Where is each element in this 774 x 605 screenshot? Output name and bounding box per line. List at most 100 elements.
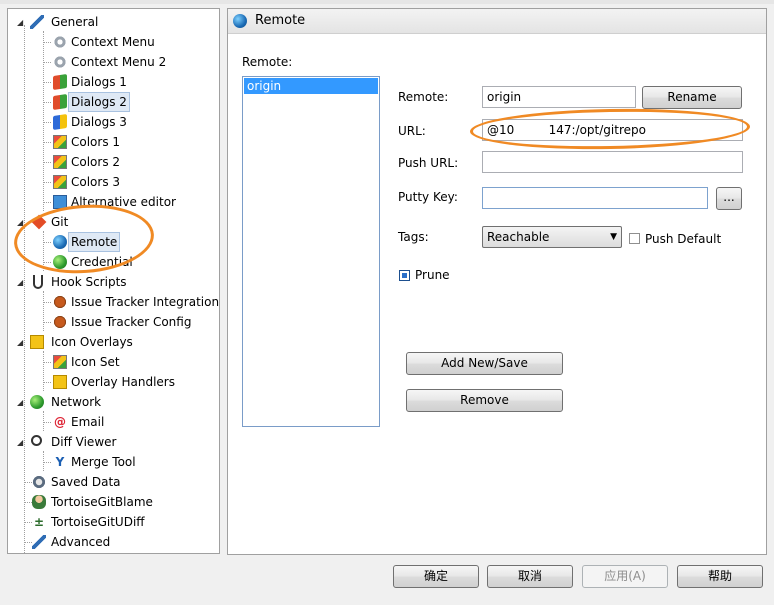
help-button[interactable]: 帮助 (677, 565, 763, 588)
tree-line (43, 42, 51, 43)
tree-item-label: Email (71, 415, 105, 429)
tree-line (43, 242, 51, 243)
tree-item-dialogs-2[interactable]: Dialogs 2 (8, 92, 219, 112)
tree-item-email[interactable]: @ Email (8, 412, 219, 432)
collapse-icon[interactable]: ◢ (17, 278, 26, 287)
panel-title: Remote (255, 13, 306, 28)
collapse-icon[interactable]: ◢ (17, 18, 26, 27)
tree-item-diff-viewer[interactable]: ◢ Diff Viewer (8, 432, 219, 452)
window-top-strip (0, 0, 774, 4)
tree-item-label: Issue Tracker Config (71, 315, 192, 329)
tree-item-tortoisegitblame[interactable]: TortoiseGitBlame (8, 492, 219, 512)
globe-icon (233, 14, 247, 28)
push-default-checkbox[interactable] (629, 233, 640, 244)
tree-item-colors-2[interactable]: Colors 2 (8, 152, 219, 172)
overlay-icon (53, 375, 67, 389)
tree-item-dialogs-3[interactable]: Dialogs 3 (8, 112, 219, 132)
collapse-icon[interactable]: ◢ (17, 438, 26, 447)
udiff-icon: ± (33, 515, 45, 529)
tree-item-dialogs-1[interactable]: Dialogs 1 (8, 72, 219, 92)
tree-item-overlay-handlers[interactable]: Overlay Handlers (8, 372, 219, 392)
tree-item-credential[interactable]: Credential (8, 252, 219, 272)
add-new-save-button[interactable]: Add New/Save (406, 352, 563, 375)
collapse-icon[interactable]: ◢ (17, 218, 26, 227)
tree-line (24, 522, 32, 523)
tree-item-hook-scripts[interactable]: ◢ Hook Scripts (8, 272, 219, 292)
tree-item-context-menu-2[interactable]: Context Menu 2 (8, 52, 219, 72)
rename-button[interactable]: Rename (642, 86, 742, 109)
tree-item-saved-data[interactable]: Saved Data (8, 472, 219, 492)
tree-item-label: Colors 2 (71, 155, 121, 169)
tree-item-label: TortoiseGitBlame (51, 495, 153, 509)
tree-line (43, 382, 51, 383)
tree-item-label: Git (51, 215, 69, 229)
remote-list[interactable]: origin (242, 76, 380, 427)
remote-list-item[interactable]: origin (244, 78, 378, 94)
tree-item-issue-tracker-integration[interactable]: Issue Tracker Integration (8, 292, 219, 312)
remote-name-label: Remote: (398, 90, 449, 104)
tree-item-label: Context Menu 2 (71, 55, 167, 69)
dropdown-arrow-icon: ▼ (610, 232, 617, 242)
tree-item-network[interactable]: ◢ Network (8, 392, 219, 412)
prune-label: Prune (415, 268, 450, 282)
prune-checkbox[interactable] (399, 270, 410, 281)
tree-item-label: Dialogs 2 (68, 92, 130, 112)
tree-line (43, 262, 51, 263)
merge-icon: Y (55, 455, 65, 469)
collapse-icon[interactable]: ◢ (17, 338, 26, 347)
tree-item-advanced[interactable]: Advanced (8, 532, 219, 552)
tree-item-icon-overlays[interactable]: ◢ Icon Overlays (8, 332, 219, 352)
cancel-button[interactable]: 取消 (487, 565, 573, 588)
tree-line (43, 82, 51, 83)
tree-item-alternative-editor[interactable]: Alternative editor (8, 192, 219, 212)
gear-icon (53, 35, 67, 49)
tree-item-issue-tracker-config[interactable]: Issue Tracker Config (8, 312, 219, 332)
tree-item-icon-set[interactable]: Icon Set (8, 352, 219, 372)
collapse-icon[interactable]: ◢ (17, 398, 26, 407)
tree-item-git[interactable]: ◢ Git (8, 212, 219, 232)
blame-icon (32, 495, 46, 509)
apply-button[interactable]: 应用(A) (582, 565, 668, 588)
tree-item-label: Alternative editor (71, 195, 176, 209)
tree-line (43, 202, 51, 203)
tree-item-label: Dialogs 3 (71, 115, 127, 129)
putty-key-input[interactable] (482, 187, 708, 209)
colors-icon (53, 155, 67, 169)
overlay-icon (30, 335, 44, 349)
tree-item-colors-3[interactable]: Colors 3 (8, 172, 219, 192)
browse-button[interactable]: ... (716, 187, 742, 210)
tree-line (43, 302, 51, 303)
remove-button[interactable]: Remove (406, 389, 563, 412)
colors-icon (53, 135, 67, 149)
tree-item-merge-tool[interactable]: Y Merge Tool (8, 452, 219, 472)
bug-icon (53, 295, 67, 309)
wrench-icon (32, 535, 46, 549)
tree-item-tortoisegitudiff[interactable]: ± TortoiseGitUDiff (8, 512, 219, 532)
wrench-icon (30, 15, 44, 29)
tree-item-remote[interactable]: Remote (8, 232, 219, 252)
url-input[interactable]: @10 147:/opt/gitrepo (482, 119, 743, 141)
tree-item-label: Colors 1 (71, 135, 121, 149)
tree-item-label: Diff Viewer (51, 435, 117, 449)
tree-item-label: Remote (68, 232, 121, 252)
tags-select[interactable]: Reachable ▼ (482, 226, 622, 248)
tree-item-label: Merge Tool (71, 455, 136, 469)
git-icon (31, 214, 47, 230)
tree-item-label: Advanced (51, 535, 111, 549)
tree-item-label: Dialogs 1 (71, 75, 127, 89)
tree-item-label: Network (51, 395, 102, 409)
tree-item-context-menu[interactable]: Context Menu (8, 32, 219, 52)
tree-line (43, 102, 51, 103)
tree-item-general[interactable]: ◢ General (8, 12, 219, 32)
tree-line (43, 362, 51, 363)
settings-tree[interactable]: ◢ General Context Menu Context Menu 2 Di… (7, 8, 220, 554)
url-label: URL: (398, 124, 426, 138)
tags-select-value: Reachable (487, 230, 550, 244)
tree-line (24, 542, 32, 543)
hook-icon (33, 275, 43, 289)
colors-icon (53, 175, 67, 189)
tree-item-colors-1[interactable]: Colors 1 (8, 132, 219, 152)
push-url-input[interactable] (482, 151, 743, 173)
ok-button[interactable]: 确定 (393, 565, 479, 588)
remote-name-input[interactable]: origin (482, 86, 636, 108)
